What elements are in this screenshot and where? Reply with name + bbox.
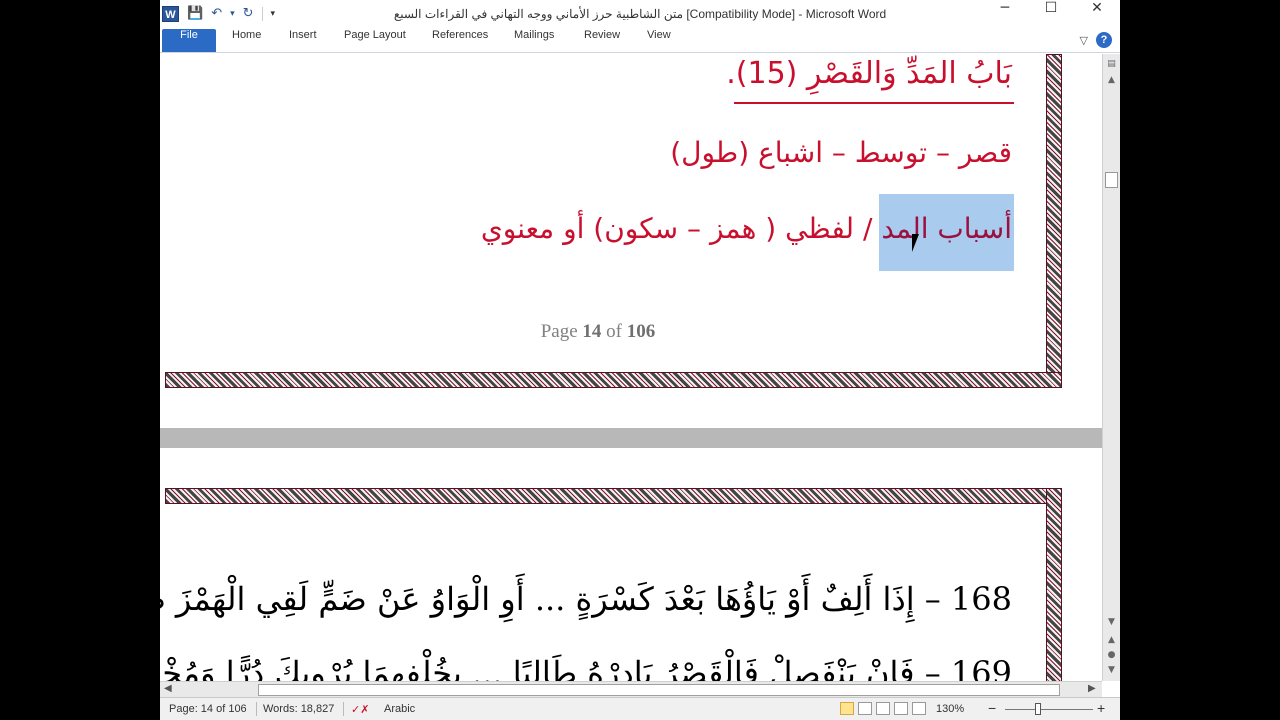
window-controls: ─ ☐ ✕ [982, 0, 1120, 29]
horizontal-scroll-thumb[interactable] [258, 684, 1060, 696]
zoom-slider-knob[interactable] [1035, 703, 1041, 715]
tab-review[interactable]: Review [584, 29, 620, 52]
help-icon[interactable]: ? [1096, 32, 1112, 48]
tab-references[interactable]: References [432, 29, 488, 52]
zoom-level[interactable]: 130% [936, 703, 964, 715]
outline-view-icon[interactable] [894, 702, 908, 715]
document-area[interactable]: بَابُ المَدِّ وَالقَصْرِ (15). قصر – توس… [160, 54, 1102, 681]
tab-home[interactable]: Home [232, 29, 261, 52]
title-bar: W 💾 ↶ ▾ ↻ ▾ متن الشاطبية حرز الأماني ووج… [160, 0, 1120, 29]
tab-view[interactable]: View [647, 29, 671, 52]
maximize-button[interactable]: ☐ [1028, 0, 1074, 29]
scroll-up-arrow-icon[interactable]: ▲ [1105, 74, 1118, 87]
scroll-left-arrow-icon[interactable]: ◀ [164, 683, 172, 694]
status-divider [343, 702, 344, 716]
page-border-top [165, 488, 1062, 504]
page-separator [160, 428, 1102, 448]
mouse-cursor-icon [912, 234, 919, 252]
zoom-slider-track[interactable] [1005, 709, 1093, 710]
footer-page-label: Page [540, 321, 583, 342]
status-bar: Page: 14 of 106 Words: 18,827 ✓✗ Arabic … [160, 697, 1120, 720]
vertical-scroll-thumb[interactable] [1105, 172, 1118, 188]
ribbon-right-controls: ▽ ? [1080, 32, 1112, 48]
zoom-out-button[interactable]: − [988, 700, 996, 716]
vertical-scrollbar[interactable]: ▤ ▲ ▼ ▲ ● ▼ [1102, 54, 1120, 681]
status-language[interactable]: Arabic [384, 703, 415, 715]
ribbon-tabs: File Home Insert Page Layout References … [160, 29, 1120, 53]
heading-underline [734, 102, 1014, 104]
section-heading[interactable]: بَابُ المَدِّ وَالقَصْرِ (15). [726, 56, 1012, 91]
selected-text[interactable]: أسباب المد [881, 212, 1012, 245]
collapse-ribbon-icon[interactable]: ▽ [1080, 34, 1088, 47]
tab-file[interactable]: File [162, 29, 216, 52]
tab-insert[interactable]: Insert [289, 29, 317, 52]
status-page-count[interactable]: Page: 14 of 106 [169, 703, 247, 715]
print-layout-view-icon[interactable] [840, 702, 854, 715]
page-border-right [1046, 54, 1062, 380]
web-layout-view-icon[interactable] [876, 702, 890, 715]
page-border-bottom [165, 372, 1062, 388]
causes-text[interactable]: / لفظي ( همز – سكون) أو معنوي [481, 212, 881, 245]
footer-page-number: 14 [582, 321, 602, 342]
madd-causes-line[interactable]: أسباب المد / لفظي ( همز – سكون) أو معنوي [481, 212, 1012, 245]
tab-page-layout[interactable]: Page Layout [344, 29, 406, 52]
full-screen-reading-view-icon[interactable] [858, 702, 872, 715]
word-window: W 💾 ↶ ▾ ↻ ▾ متن الشاطبية حرز الأماني ووج… [160, 0, 1120, 720]
browse-object-icon[interactable]: ● [1105, 649, 1118, 662]
minimize-button[interactable]: ─ [982, 0, 1028, 29]
verse-169[interactable]: 169 – فَإِنْ يَنْفَصِلْ فَالْقَصْرُ بَاد… [160, 654, 1012, 681]
page-footer: Page 14 of 106 [498, 321, 698, 343]
scroll-down-arrow-icon[interactable]: ▼ [1105, 616, 1118, 629]
verse-168[interactable]: 168 – إِذَا أَلِفٌ أَوْ يَاؤُهَا بَعْدَ … [160, 580, 1012, 618]
horizontal-scrollbar[interactable]: ◀ ▶ [160, 681, 1102, 697]
footer-total-pages: 106 [626, 321, 656, 342]
ruler-toggle-icon[interactable]: ▤ [1105, 58, 1118, 71]
zoom-in-button[interactable]: + [1097, 700, 1105, 716]
page-border-right-2 [1046, 488, 1062, 681]
window-title: متن الشاطبية حرز الأماني ووجه التهاني في… [393, 7, 887, 21]
previous-page-icon[interactable]: ▲ [1105, 634, 1118, 647]
footer-of-label: of [601, 321, 627, 342]
next-page-icon[interactable]: ▼ [1105, 664, 1118, 677]
proofing-icon[interactable]: ✓✗ [351, 703, 369, 716]
scroll-right-arrow-icon[interactable]: ▶ [1088, 683, 1096, 694]
draft-view-icon[interactable] [912, 702, 926, 715]
status-word-count[interactable]: Words: 18,827 [263, 703, 334, 715]
close-button[interactable]: ✕ [1074, 0, 1120, 29]
madd-types-line[interactable]: قصر – توسط – اشباع (طول) [670, 136, 1012, 169]
status-divider [256, 702, 257, 716]
tab-mailings[interactable]: Mailings [514, 29, 554, 52]
